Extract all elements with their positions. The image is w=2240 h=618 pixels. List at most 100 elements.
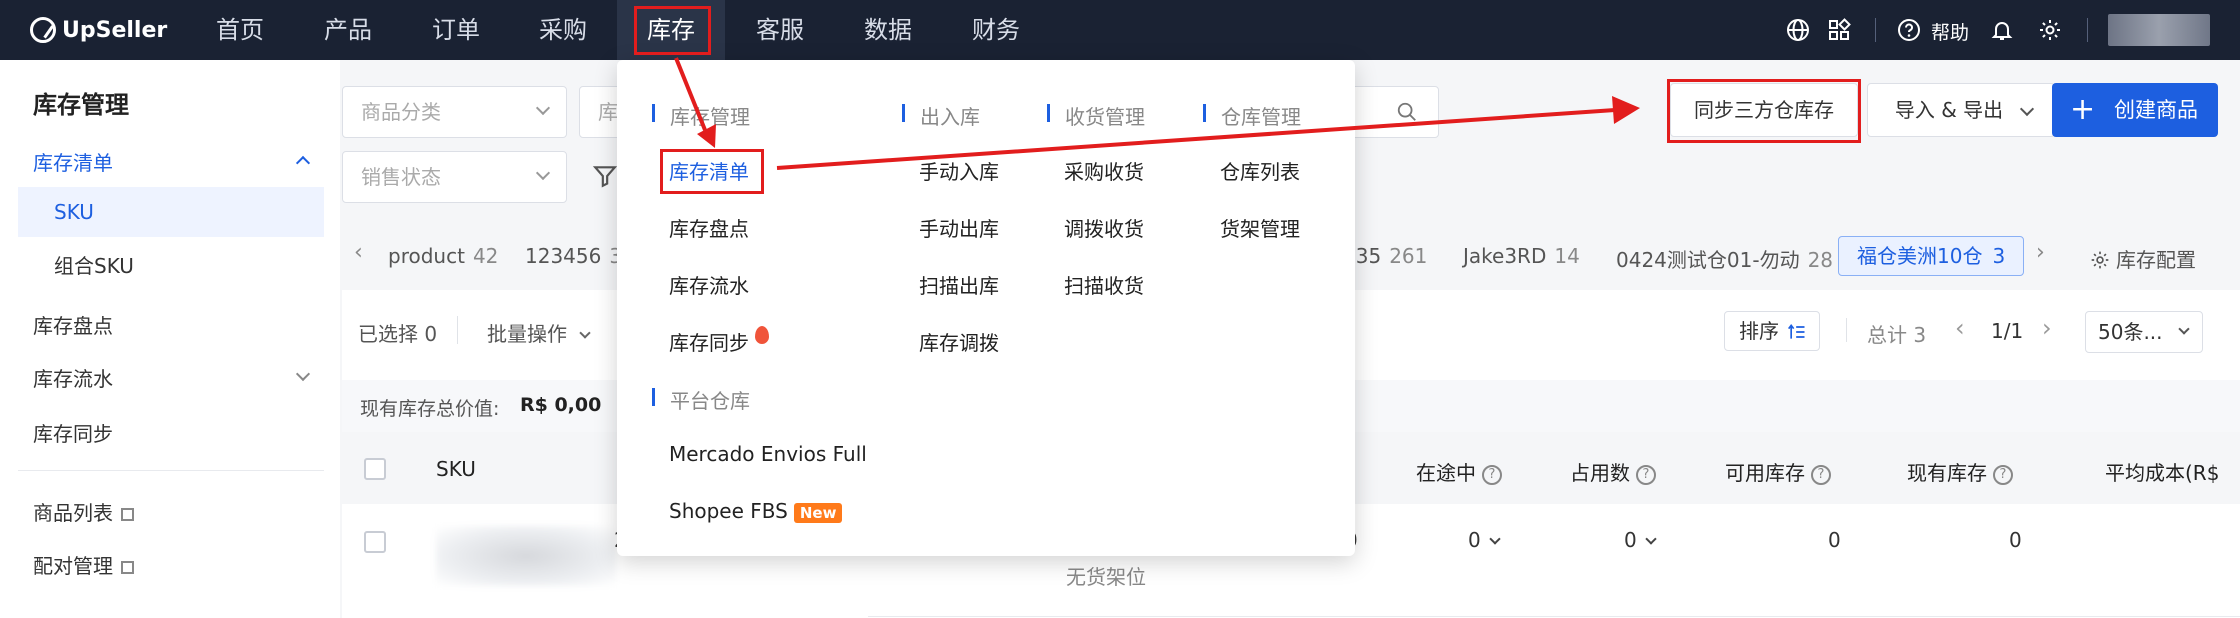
- help-icon[interactable]: ?: [1993, 464, 2013, 485]
- gear-icon: [2091, 251, 2109, 269]
- menu-item-mercado-envios-full[interactable]: Mercado Envios Full: [669, 442, 867, 466]
- search-partial-placeholder: 库: [598, 100, 618, 124]
- bulk-actions-dropdown[interactable]: 批量操作: [487, 318, 592, 347]
- tab-count: 14: [1554, 244, 1580, 268]
- menu-item-shelf-management[interactable]: 货架管理: [1220, 213, 1300, 242]
- logo-text: UpSeller: [62, 17, 168, 43]
- sidebar-item-inventory-list[interactable]: 库存清单: [33, 147, 113, 176]
- bell-icon[interactable]: [1990, 18, 2014, 42]
- header-label: 现有库存: [1907, 461, 1987, 485]
- bulk-label: 批量操作: [487, 322, 567, 346]
- row-checkbox[interactable]: [364, 531, 386, 553]
- highlight-box-inventory-list: [660, 149, 764, 194]
- sidebar-item-stock-sync[interactable]: 库存同步: [33, 418, 113, 447]
- next-page-icon[interactable]: ›: [2042, 314, 2052, 342]
- sort-button[interactable]: 排序: [1724, 311, 1820, 351]
- page-size-select[interactable]: 50条...: [2085, 311, 2203, 353]
- menu-item-stock-transfer[interactable]: 库存调拨: [919, 327, 999, 356]
- sidebar-item-pairing[interactable]: 配对管理: [33, 550, 134, 579]
- logo-icon: [30, 17, 56, 43]
- sidebar-item-sku[interactable]: SKU: [18, 187, 324, 237]
- chevron-down-icon: [2178, 323, 2190, 335]
- filter-icon[interactable]: [592, 163, 618, 189]
- menu-item-label: 库存同步: [669, 331, 749, 355]
- nav-home[interactable]: 首页: [195, 0, 285, 60]
- chevron-up-icon[interactable]: [295, 155, 311, 171]
- menu-item-purchase-receiving[interactable]: 采购收货: [1064, 156, 1144, 185]
- nav-finance[interactable]: 财务: [951, 0, 1041, 60]
- header-label: 可用库存: [1725, 461, 1805, 485]
- import-export-button[interactable]: 导入 & 导出: [1867, 83, 2055, 137]
- column-header-available: 可用库存?: [1725, 457, 1831, 486]
- column-header-on-hand: 现有库存?: [1907, 457, 2013, 486]
- tab-warehouse[interactable]: product 42: [388, 244, 498, 268]
- chevron-down-icon[interactable]: [295, 366, 311, 382]
- menu-item-stock-flow[interactable]: 库存流水: [669, 270, 749, 299]
- cell-in-transit[interactable]: 0: [1468, 528, 1501, 552]
- menu-item-manual-outbound[interactable]: 手动出库: [919, 213, 999, 242]
- cell-on-hand: 0: [2009, 528, 2022, 552]
- menu-item-manual-inbound[interactable]: 手动入库: [919, 156, 999, 185]
- tab-count: 28: [1807, 248, 1834, 272]
- nav-products[interactable]: 产品: [303, 0, 393, 60]
- cell-value: 0: [1624, 528, 1637, 552]
- menu-item-scan-receiving[interactable]: 扫描收货: [1064, 270, 1144, 299]
- search-icon[interactable]: [1396, 101, 1418, 123]
- help-link[interactable]: 帮助: [1931, 18, 1969, 45]
- tab-label: product: [388, 244, 465, 268]
- gear-icon[interactable]: [2038, 18, 2062, 42]
- nav-customer-service[interactable]: 客服: [735, 0, 825, 60]
- menu-item-warehouse-list[interactable]: 仓库列表: [1220, 156, 1300, 185]
- upseller-logo[interactable]: UpSeller: [30, 15, 167, 45]
- sale-status-placeholder: 销售状态: [361, 165, 441, 189]
- page-size-label: 50条...: [2098, 320, 2163, 344]
- apps-grid-icon[interactable]: [1827, 18, 1851, 42]
- sidebar-item-stock-flow[interactable]: 库存流水: [33, 363, 113, 392]
- total-value-label: 现有库存总价值:: [360, 398, 500, 420]
- menu-section-in-out: 出入库: [902, 101, 980, 130]
- sidebar-item-product-list[interactable]: 商品列表: [33, 497, 134, 526]
- sidebar-item-label: 商品列表: [33, 501, 113, 525]
- menu-item-scan-outbound[interactable]: 扫描出库: [919, 270, 999, 299]
- chevron-down-icon: [535, 100, 551, 116]
- menu-item-transfer-receiving[interactable]: 调拨收货: [1064, 213, 1144, 242]
- user-avatar-blurred[interactable]: [2108, 14, 2210, 46]
- help-icon[interactable]: ?: [1636, 464, 1656, 485]
- menu-item-stocktake[interactable]: 库存盘点: [669, 213, 749, 242]
- sale-status-select[interactable]: 销售状态: [342, 151, 567, 203]
- tabs-prev-icon[interactable]: ‹: [354, 240, 363, 265]
- help-icon[interactable]: [1897, 18, 1921, 42]
- sidebar: 库存管理 库存清单 SKU 组合SKU 库存盘点 库存流水 库存同步 商品列表 …: [0, 60, 340, 618]
- column-header-in-transit: 在途中?: [1416, 457, 1502, 486]
- nav-data[interactable]: 数据: [843, 0, 933, 60]
- arrow-head-right: [1612, 96, 1640, 124]
- cell-value: 0: [1468, 528, 1481, 552]
- plus-icon: +: [2070, 92, 2096, 127]
- sort-icon: [1788, 323, 1805, 339]
- header-label: 在途中: [1416, 461, 1476, 485]
- tab-warehouse[interactable]: 235 261: [1343, 244, 1427, 268]
- column-header-sku: SKU: [436, 457, 476, 481]
- category-select[interactable]: 商品分类: [342, 86, 567, 138]
- highlight-box-sync: [1667, 79, 1861, 143]
- nav-orders[interactable]: 订单: [411, 0, 501, 60]
- select-all-checkbox[interactable]: [364, 458, 386, 480]
- tab-warehouse[interactable]: Jake3RD 14: [1463, 244, 1580, 268]
- sidebar-item-stocktake[interactable]: 库存盘点: [33, 310, 113, 339]
- prev-page-icon[interactable]: ‹: [1955, 314, 1965, 342]
- globe-icon[interactable]: [1786, 18, 1810, 42]
- tab-warehouse[interactable]: 0424测试仓01-勿动 28: [1616, 244, 1833, 273]
- tab-warehouse-active[interactable]: 福仓美洲10仓 3: [1838, 236, 2025, 276]
- menu-item-shopee-fbs[interactable]: Shopee FBS New: [669, 499, 843, 523]
- cell-occupied[interactable]: 0: [1624, 528, 1657, 552]
- menu-item-stock-sync[interactable]: 库存同步: [669, 326, 769, 356]
- nav-purchase[interactable]: 采购: [518, 0, 608, 60]
- inventory-config-button[interactable]: 库存配置: [2090, 244, 2196, 273]
- tab-label: 0424测试仓01-勿动: [1616, 248, 1800, 272]
- help-icon[interactable]: ?: [1811, 464, 1831, 485]
- help-icon[interactable]: ?: [1482, 464, 1502, 485]
- sidebar-item-combo-sku[interactable]: 组合SKU: [18, 241, 324, 291]
- create-product-button[interactable]: + 创建商品: [2052, 83, 2218, 137]
- menu-section-receiving: 收货管理: [1047, 101, 1145, 130]
- tabs-next-icon[interactable]: ›: [2036, 240, 2045, 265]
